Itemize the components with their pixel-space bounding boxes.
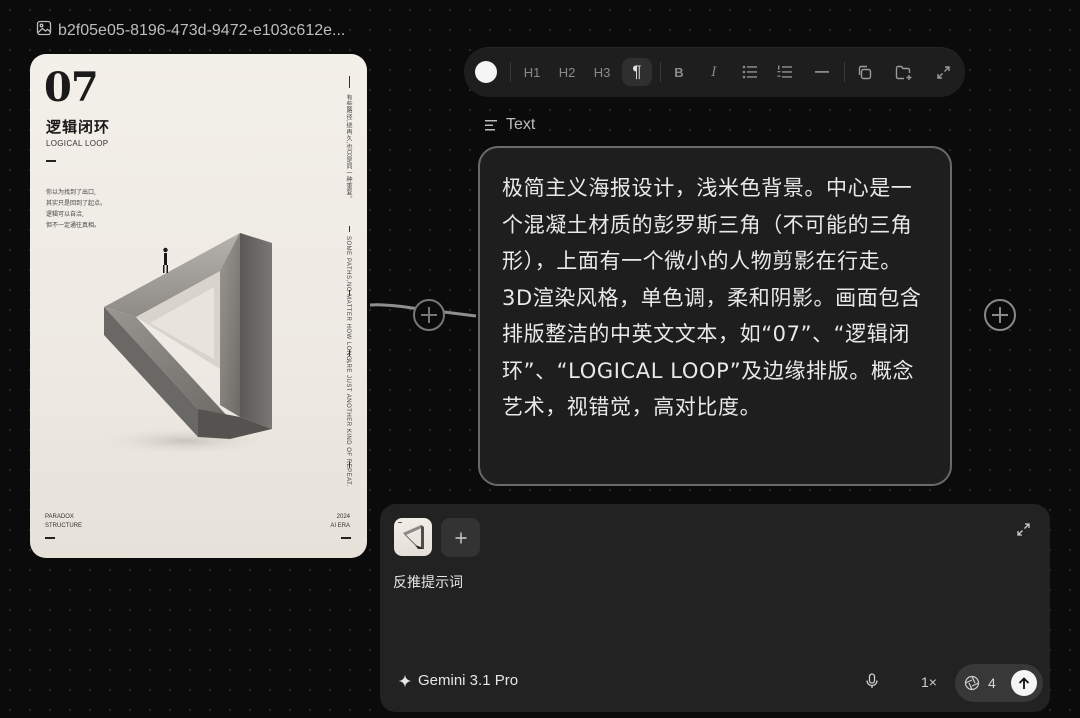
microphone-icon[interactable] [866,673,878,689]
footer-line: STRUCTURE [45,523,82,529]
footer-line: AI ERA [330,523,350,529]
paragraph-label: ¶ [632,62,642,81]
expand-panel-icon[interactable] [1017,523,1030,536]
poem-line: 你以为找到了出口, [46,189,96,196]
text-align-icon [485,119,497,130]
color-swatch[interactable] [474,60,498,84]
footer-line: 2024 [336,514,350,520]
credit-pill: 4 [955,664,1043,702]
node-connector[interactable] [368,292,480,340]
poster-vertical-en: ARE JUST ANOTHER KIND OF REPEAT. [345,359,351,487]
model-name: Gemini 3.1 Pro [418,672,519,689]
image-node-title: b2f05e05-8196-473d-9472-e103c612e... [58,21,346,39]
numbered-list-icon [777,65,792,78]
poster-number: 07 [44,64,99,111]
divider-button[interactable] [810,60,834,84]
paragraph-button[interactable]: ¶ [622,58,652,86]
bold-label: B [674,64,684,80]
h1-button[interactable]: H1 [520,60,544,84]
poster-vertical-en: NO MATTER HOW LONG, [345,282,351,364]
poster-vertical-cn: 有些路径,绕再久,也只是同一种重复。 [345,94,351,203]
italic-label: I [711,64,717,80]
footer-divider [45,537,55,539]
h2-button[interactable]: H2 [555,60,579,84]
toolbar-divider [660,62,661,82]
copy-button[interactable] [852,60,876,84]
poem-line: 其实只是回到了起点。 [46,200,107,207]
toolbar-divider [510,62,511,82]
footer-divider [341,537,351,539]
poster-title-en: LOGICAL LOOP [46,139,109,148]
add-node-button[interactable] [983,298,1017,332]
credit-count: 4 [988,675,996,691]
bullet-list-icon [742,65,757,79]
h2-label: H2 [558,64,576,80]
arrow-up-icon [1018,676,1030,689]
numbered-list-button[interactable] [773,60,797,84]
horizontal-rule-icon [815,71,829,73]
poem-line: 逻辑可以自洽, [46,211,84,218]
add-attachment-button[interactable] [441,518,480,557]
poster-footer-left: PARADOX STRUCTURE [45,513,82,531]
color-dot [475,61,497,83]
aperture-icon [964,675,980,691]
footer-line: PARADOX [45,514,74,520]
text-node-card[interactable]: 极简主义海报设计，浅米色背景。中心是一个混凝土材质的彭罗斯三角（不可能的三角形）… [478,146,952,486]
folder-plus-icon [895,65,912,80]
toolbar-divider [844,62,845,82]
rail-line [349,76,350,88]
rail-line [349,462,350,468]
penrose-thumbnail-icon [398,522,424,549]
sparkle-icon [398,674,412,687]
bold-button[interactable]: B [667,60,691,84]
format-toolbar: H1 H2 H3 ¶ B I [464,47,965,97]
model-selector[interactable]: Gemini 3.1 Pro [398,672,518,689]
add-to-folder-button[interactable] [892,60,916,84]
text-node-title: Text [506,116,536,133]
penrose-triangle-illustration [95,233,275,455]
text-node-content[interactable]: 极简主义海报设计，浅米色背景。中心是一个混凝土材质的彭罗斯三角（不可能的三角形）… [502,170,928,426]
prompt-input[interactable]: 反推提示词 [393,572,463,592]
h3-label: H3 [593,64,611,80]
fullscreen-button[interactable] [931,60,955,84]
image-node-label[interactable]: b2f05e05-8196-473d-9472-e103c612e... [36,20,345,41]
poster-poem: 你以为找到了出口, 其实只是回到了起点。 逻辑可以自洽, 但不一定通往真相。 [46,187,106,231]
image-icon [36,20,52,41]
speed-multiplier[interactable]: 1× [921,674,937,690]
poster-divider [46,160,56,162]
italic-button[interactable]: I [702,60,726,84]
poster-vertical-en: SOME PATHS, [345,236,351,282]
send-button[interactable] [1011,670,1037,696]
poster-image[interactable]: 07 逻辑闭环 LOGICAL LOOP 你以为找到了出口, 其实只是回到了起点… [30,54,367,558]
text-node-label[interactable]: Text [485,116,535,134]
poster-title-cn: 逻辑闭环 [46,118,111,136]
poster-footer-right: 2024 AI ERA [326,513,350,531]
h1-label: H1 [523,64,541,80]
prompt-panel: 反推提示词 Gemini 3.1 Pro 1× 4 [380,504,1050,712]
attached-image-thumbnail[interactable] [394,518,432,556]
expand-icon [936,65,950,79]
bullet-list-button[interactable] [738,60,762,84]
plus-icon [455,532,466,543]
h3-button[interactable]: H3 [590,60,614,84]
copy-icon [858,65,871,79]
rail-line [349,226,350,232]
rail-line [349,350,350,356]
